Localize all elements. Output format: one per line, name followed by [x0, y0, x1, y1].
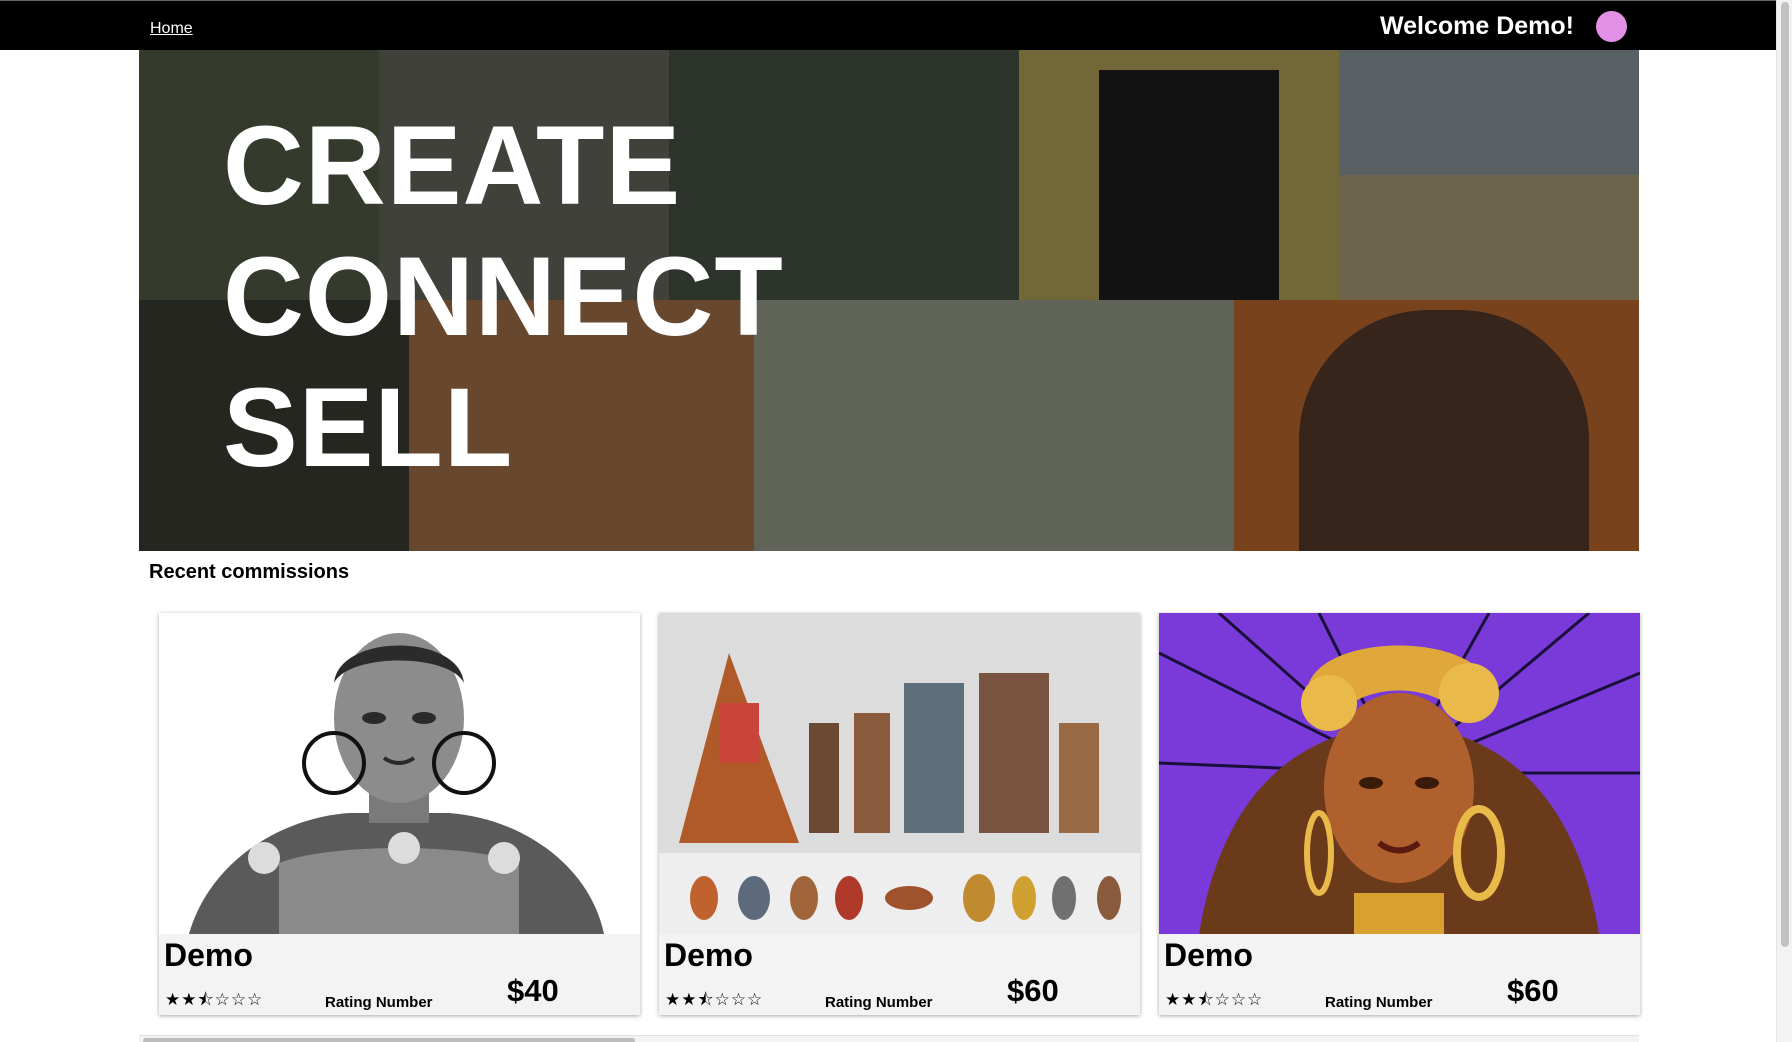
hero-line-connect: CONNECT: [223, 234, 784, 359]
commission-card[interactable]: Demo ★★⯪☆☆☆ Rating Number $60: [1159, 613, 1640, 1015]
commission-card[interactable]: Demo ★★⯪☆☆☆ Rating Number $40: [159, 613, 640, 1015]
rating-number-label: Rating Number: [825, 994, 933, 1011]
cards-horizontal-scrollbar[interactable]: [139, 1035, 1639, 1042]
page: Home Welcome Demo! CREATE CONNECT SELL R…: [0, 0, 1792, 1042]
card-title: Demo: [1164, 937, 1253, 973]
card-price: $60: [1007, 973, 1059, 1008]
scrollbar-thumb[interactable]: [1781, 2, 1789, 947]
rating-number-label: Rating Number: [325, 994, 433, 1011]
top-nav-bar: Home Welcome Demo!: [0, 0, 1776, 50]
portrait-artwork-bw-icon[interactable]: [159, 613, 640, 934]
home-link[interactable]: Home: [150, 20, 193, 38]
hero-headline: CREATE CONNECT SELL: [223, 100, 784, 493]
card-price: $40: [507, 973, 559, 1008]
scrollbar-thumb[interactable]: [143, 1038, 635, 1042]
star-rating-icon: ★★⯪☆☆☆: [1165, 990, 1264, 1010]
card-title: Demo: [664, 937, 753, 973]
welcome-text: Welcome Demo!: [1379, 12, 1574, 40]
rating-number-label: Rating Number: [1325, 994, 1433, 1011]
recent-commissions-title: Recent commissions: [149, 561, 350, 583]
star-rating-icon: ★★⯪☆☆☆: [665, 990, 764, 1010]
star-rating-icon: ★★⯪☆☆☆: [165, 990, 264, 1010]
card-price: $60: [1507, 973, 1559, 1008]
commission-card[interactable]: Demo ★★⯪☆☆☆ Rating Number $60: [659, 613, 1140, 1015]
hero-line-create: CREATE: [223, 103, 682, 228]
hero-banner: CREATE CONNECT SELL: [139, 50, 1639, 551]
character-lineup-artwork-icon[interactable]: [659, 613, 1140, 934]
hero-line-sell: SELL: [223, 365, 514, 490]
avatar[interactable]: [1596, 11, 1627, 42]
page-vertical-scrollbar[interactable]: [1776, 0, 1792, 1042]
card-title: Demo: [164, 937, 253, 973]
portrait-artwork-purple-icon[interactable]: [1159, 613, 1640, 934]
